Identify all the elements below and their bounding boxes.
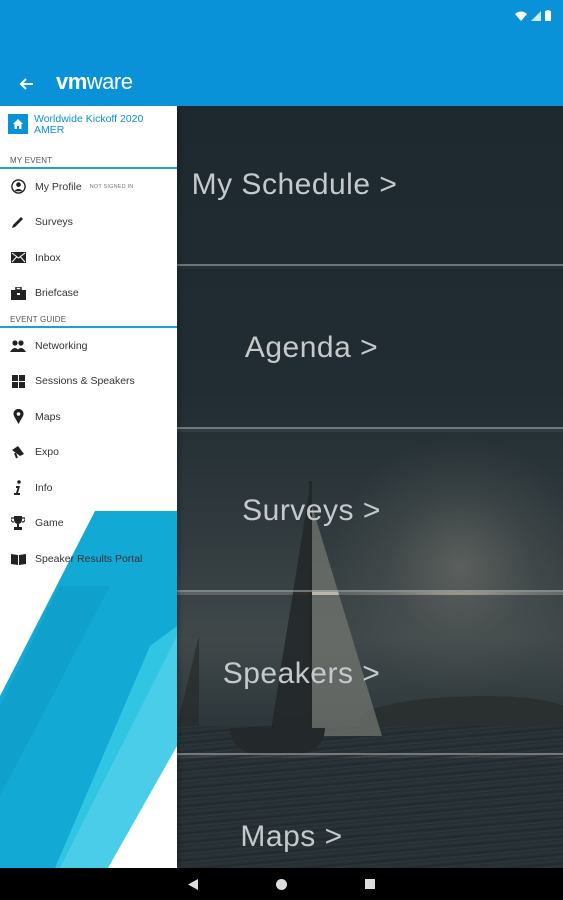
wifi-icon xyxy=(515,11,527,21)
grid-icon xyxy=(10,373,26,389)
triangle-back-icon xyxy=(188,878,198,890)
menu-item-surveys[interactable]: Surveys xyxy=(0,205,177,241)
vmware-logo: vmware xyxy=(56,69,133,94)
event-title: Worldwide Kickoff 2020 AMER xyxy=(34,113,144,136)
tile-label: My Schedule > xyxy=(191,168,398,201)
menu-item-label: Sessions & Speakers xyxy=(35,375,135,388)
section-label-event-guide: EVENT GUIDE xyxy=(0,311,177,328)
menu-item-label: Speaker Results Portal xyxy=(35,552,143,565)
system-nav-bar xyxy=(0,868,563,900)
menu-item-label: Briefcase xyxy=(35,287,79,300)
menu-item-label: My Profile xyxy=(35,180,82,193)
tile-label: Speakers > xyxy=(222,657,381,690)
menu-item-briefcase[interactable]: Briefcase xyxy=(0,276,177,312)
tile-label: Surveys > xyxy=(242,494,381,527)
menu-item-label: Maps xyxy=(35,410,61,423)
nav-home-button[interactable] xyxy=(276,878,287,890)
menu-item-label: Inbox xyxy=(35,251,61,264)
menu-item-expo[interactable]: Expo xyxy=(0,435,177,471)
app-bar: vmware xyxy=(0,0,563,106)
circle-home-icon xyxy=(276,878,287,890)
signal-icon xyxy=(531,10,541,21)
megaphone-icon xyxy=(10,444,26,460)
arrow-left-icon xyxy=(19,78,33,90)
sign-in-status: NOT SIGNED IN xyxy=(89,183,134,190)
menu-item-label: Expo xyxy=(35,446,59,459)
briefcase-icon xyxy=(10,285,26,301)
menu-item-my-profile[interactable]: My Profile NOT SIGNED IN xyxy=(0,169,177,205)
nav-recents-button[interactable] xyxy=(365,879,375,889)
book-icon xyxy=(10,551,26,567)
home-icon xyxy=(8,114,28,134)
battery-icon xyxy=(545,10,551,21)
nav-back-button[interactable] xyxy=(188,878,198,890)
status-bar-icons xyxy=(515,10,551,21)
map-pin-icon xyxy=(10,409,26,425)
profile-icon xyxy=(10,179,26,195)
square-recents-icon xyxy=(365,879,375,889)
menu-item-label: Networking xyxy=(35,339,88,352)
tile-label: Agenda > xyxy=(244,331,379,364)
menu-item-sessions-speakers[interactable]: Sessions & Speakers xyxy=(0,364,177,400)
menu-item-maps[interactable]: Maps xyxy=(0,399,177,435)
event-home-link[interactable]: Worldwide Kickoff 2020 AMER xyxy=(0,106,177,152)
pencil-icon xyxy=(10,214,26,230)
menu-item-label: Game xyxy=(35,517,64,530)
menu-item-game[interactable]: Game xyxy=(0,506,177,542)
menu-item-label: Surveys xyxy=(35,216,73,229)
trophy-icon xyxy=(10,515,26,531)
menu-item-inbox[interactable]: Inbox xyxy=(0,240,177,276)
menu-item-info[interactable]: Info xyxy=(0,470,177,506)
people-icon xyxy=(10,338,26,354)
info-icon xyxy=(10,480,26,496)
section-label-my-event: MY EVENT xyxy=(0,152,177,169)
mail-icon xyxy=(10,250,26,266)
menu-item-speaker-results-portal[interactable]: Speaker Results Portal xyxy=(0,541,177,577)
back-button[interactable] xyxy=(12,70,40,98)
navigation-drawer: Worldwide Kickoff 2020 AMER MY EVENT My … xyxy=(0,106,177,868)
menu-item-networking[interactable]: Networking xyxy=(0,328,177,364)
menu-item-label: Info xyxy=(35,481,53,494)
tile-label: Maps > xyxy=(240,820,343,853)
